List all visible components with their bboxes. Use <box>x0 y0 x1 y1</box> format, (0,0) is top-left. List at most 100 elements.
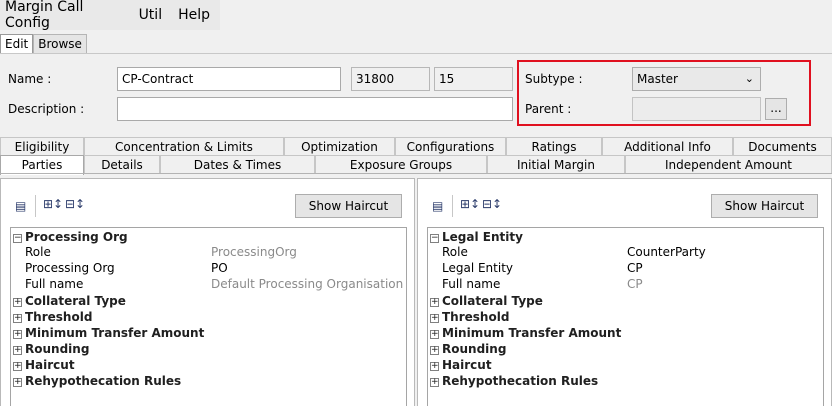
collapse-all-icon[interactable]: ⊟↕ <box>482 197 502 211</box>
expand-all-icon[interactable]: ⊞↕ <box>460 197 480 211</box>
row-key: Processing Org <box>25 261 115 275</box>
section-label: Haircut <box>442 358 492 372</box>
section-label: Rehypothecation Rules <box>442 374 599 388</box>
tab-browse[interactable]: Browse <box>33 34 87 54</box>
section-label: Threshold <box>25 310 93 324</box>
row-key: Role <box>442 245 468 259</box>
section-collateral-type[interactable]: + Collateral Type <box>13 294 126 308</box>
section-label: Rehypothecation Rules <box>25 374 182 388</box>
collapse-all-icon[interactable]: ⊟↕ <box>65 197 85 211</box>
tab-documents[interactable]: Documents <box>733 137 832 155</box>
section-minimum-transfer-amount[interactable]: + Minimum Transfer Amount <box>13 326 204 340</box>
tab-details[interactable]: Details <box>84 155 160 173</box>
row-value[interactable]: CP <box>627 261 643 276</box>
id-field: 31800 <box>351 67 430 91</box>
plus-box-icon[interactable]: + <box>13 378 22 387</box>
divider <box>452 195 453 217</box>
show-haircut-button[interactable]: Show Haircut <box>295 194 402 218</box>
section-label: Haircut <box>25 358 75 372</box>
section-label: Rounding <box>442 342 507 356</box>
section-label: Rounding <box>25 342 90 356</box>
section-minimum-transfer-amount[interactable]: + Minimum Transfer Amount <box>430 326 621 340</box>
menu-margin-call-config[interactable]: Margin Call Config <box>0 0 129 31</box>
row-value: ProcessingOrg <box>211 245 297 259</box>
table-icon[interactable]: ▤ <box>15 199 26 213</box>
plus-box-icon[interactable]: + <box>13 346 22 355</box>
row-value: Default Processing Organisation <box>211 277 404 291</box>
section-rehypothecation-rules[interactable]: + Rehypothecation Rules <box>13 374 181 388</box>
row-value[interactable]: PO <box>211 261 228 276</box>
tab-row-1: Eligibility Concentration & Limits Optim… <box>0 137 832 155</box>
section-label: Minimum Transfer Amount <box>25 326 205 340</box>
parent-label: Parent : <box>525 102 572 116</box>
minus-box-icon[interactable]: − <box>13 234 22 243</box>
row-key: Full name <box>25 277 84 291</box>
section-label: Minimum Transfer Amount <box>442 326 622 340</box>
show-haircut-button[interactable]: Show Haircut <box>711 194 818 218</box>
section-legal-entity[interactable]: − Legal Entity <box>430 230 523 244</box>
tab-row-2: Parties Details Dates & Times Exposure G… <box>0 155 832 175</box>
section-threshold[interactable]: + Threshold <box>430 310 509 324</box>
plus-box-icon[interactable]: + <box>430 346 439 355</box>
expand-all-icon[interactable]: ⊞↕ <box>43 197 63 211</box>
subtype-value: Master <box>637 72 678 86</box>
plus-box-icon[interactable]: + <box>430 378 439 387</box>
tab-initial-margin[interactable]: Initial Margin <box>487 155 625 173</box>
section-label: Threshold <box>442 310 510 324</box>
plus-box-icon[interactable]: + <box>430 298 439 307</box>
legal-entity-panel: ▤ ⊞↕ ⊟↕ Show Haircut − Legal Entity Role C… <box>417 178 832 406</box>
parent-browse-button[interactable]: ... <box>765 98 787 120</box>
tab-parties[interactable]: Parties <box>0 155 84 175</box>
version-field: 15 <box>434 67 513 91</box>
section-rounding[interactable]: + Rounding <box>13 342 89 356</box>
section-label: Collateral Type <box>442 294 543 308</box>
section-processing-org[interactable]: − Processing Org <box>13 230 128 244</box>
row-key: Legal Entity <box>442 261 514 275</box>
plus-box-icon[interactable]: + <box>430 362 439 371</box>
divider <box>35 195 36 217</box>
tab-dates-times[interactable]: Dates & Times <box>160 155 315 173</box>
tab-optimization[interactable]: Optimization <box>284 137 395 155</box>
section-collateral-type[interactable]: + Collateral Type <box>430 294 543 308</box>
divider <box>0 53 832 54</box>
tab-concentration-limits[interactable]: Concentration & Limits <box>84 137 284 155</box>
tab-ratings[interactable]: Ratings <box>506 137 602 155</box>
section-label: Processing Org <box>25 230 128 244</box>
subtype-select[interactable]: Master ⌄ <box>632 67 761 91</box>
divider <box>0 173 832 174</box>
section-rounding[interactable]: + Rounding <box>430 342 506 356</box>
description-field[interactable] <box>117 97 513 121</box>
parent-field[interactable] <box>632 97 761 121</box>
tab-additional-info[interactable]: Additional Info <box>602 137 733 155</box>
plus-box-icon[interactable]: + <box>430 314 439 323</box>
plus-box-icon[interactable]: + <box>430 330 439 339</box>
table-icon[interactable]: ▤ <box>432 199 443 213</box>
tab-configurations[interactable]: Configurations <box>395 137 506 155</box>
section-label: Collateral Type <box>25 294 126 308</box>
section-threshold[interactable]: + Threshold <box>13 310 92 324</box>
mode-tabs: Edit Browse <box>0 34 87 54</box>
processing-org-tree: − Processing Org Role ProcessingOrg Proces… <box>10 227 407 406</box>
plus-box-icon[interactable]: + <box>13 314 22 323</box>
description-label: Description : <box>8 102 85 116</box>
menu-util[interactable]: Util <box>133 7 169 23</box>
plus-box-icon[interactable]: + <box>13 298 22 307</box>
section-haircut[interactable]: + Haircut <box>13 358 75 372</box>
section-haircut[interactable]: + Haircut <box>430 358 492 372</box>
row-key: Role <box>25 245 51 259</box>
legal-entity-tree: − Legal Entity Role CounterParty Legal Ent… <box>427 227 824 406</box>
processing-org-panel: ▤ ⊞↕ ⊟↕ Show Haircut − Processing Org Rol… <box>0 178 415 406</box>
name-field[interactable]: CP-Contract <box>117 67 341 91</box>
tab-exposure-groups[interactable]: Exposure Groups <box>315 155 487 173</box>
subtype-label: Subtype : <box>525 72 583 86</box>
tab-eligibility[interactable]: Eligibility <box>0 137 84 155</box>
plus-box-icon[interactable]: + <box>13 362 22 371</box>
minus-box-icon[interactable]: − <box>430 234 439 243</box>
tab-edit[interactable]: Edit <box>0 34 34 54</box>
row-key: Full name <box>442 277 501 291</box>
plus-box-icon[interactable]: + <box>13 330 22 339</box>
row-value: CounterParty <box>627 245 706 259</box>
tab-independent-amount[interactable]: Independent Amount <box>625 155 832 173</box>
menu-help[interactable]: Help <box>172 7 216 23</box>
section-rehypothecation-rules[interactable]: + Rehypothecation Rules <box>430 374 598 388</box>
